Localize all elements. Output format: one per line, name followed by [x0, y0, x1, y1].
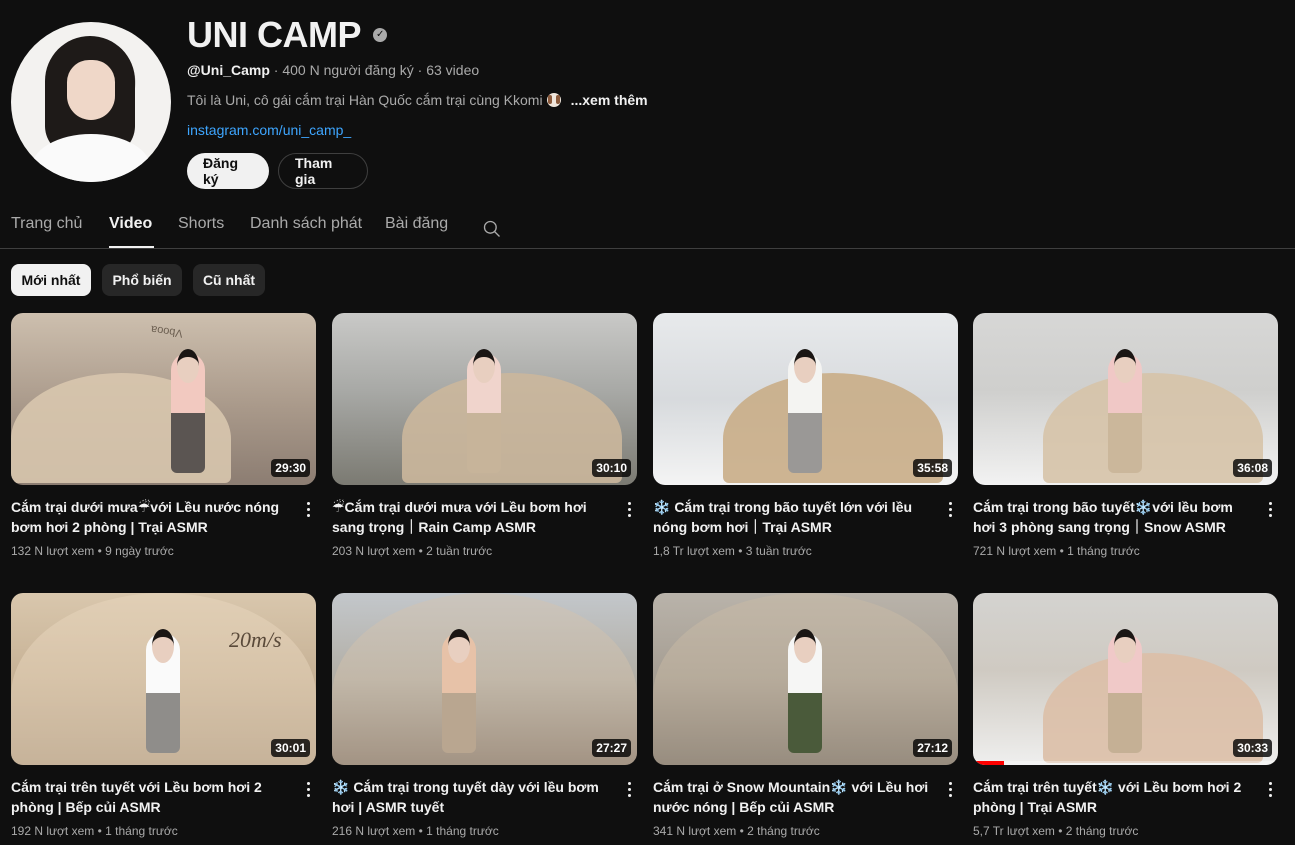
- more-vert-icon[interactable]: [942, 499, 958, 519]
- video-views: 192 N lượt xem: [11, 824, 95, 838]
- subscriber-count: 400 N người đăng ký: [282, 62, 414, 78]
- channel-title: UNI CAMP ✓: [187, 14, 387, 56]
- video-thumbnail[interactable]: 27:27: [332, 593, 637, 765]
- video-duration: 27:27: [592, 739, 631, 757]
- more-link[interactable]: ...xem thêm: [571, 92, 648, 108]
- active-tab-indicator: [109, 246, 154, 248]
- video-card[interactable]: 30:33 Cắm trại trên tuyết❄️ với Lều bơm h…: [973, 593, 1278, 838]
- tab-shorts[interactable]: Shorts: [178, 215, 224, 233]
- video-thumbnail[interactable]: 30:10: [332, 313, 637, 485]
- more-vert-icon[interactable]: [300, 779, 316, 799]
- video-thumbnail[interactable]: 27:12: [653, 593, 958, 765]
- more-vert-icon[interactable]: [300, 499, 316, 519]
- video-card[interactable]: 20m/s 30:01 Cắm trại trên tuyết với Lều bơ…: [11, 593, 316, 838]
- more-vert-icon[interactable]: [1262, 499, 1278, 519]
- video-views: 216 N lượt xem: [332, 824, 416, 838]
- video-title[interactable]: Cắm trại trên tuyết với Lều bơm hơi 2 ph…: [11, 777, 296, 817]
- verified-icon: ✓: [373, 28, 387, 42]
- video-thumbnail[interactable]: 35:58: [653, 313, 958, 485]
- channel-avatar[interactable]: [11, 22, 171, 182]
- more-vert-icon[interactable]: [1262, 779, 1278, 799]
- video-card[interactable]: Vbooa 29:30 Cắm trại dưới mưa☔với Lều nước…: [11, 313, 316, 558]
- video-meta: 1,8 Tr lượt xem • 3 tuần trước: [653, 544, 812, 558]
- video-age: 2 tháng trước: [1065, 824, 1139, 838]
- channel-header: UNI CAMP ✓ @Uni_Camp · 400 N người đăng …: [0, 0, 1295, 200]
- video-count: 63 video: [426, 62, 480, 78]
- video-meta: 5,7 Tr lượt xem • 2 tháng trước: [973, 824, 1139, 838]
- video-duration: 30:10: [592, 459, 631, 477]
- video-views: 721 N lượt xem: [973, 544, 1057, 558]
- video-meta: 721 N lượt xem • 1 tháng trước: [973, 544, 1140, 558]
- video-duration: 27:12: [913, 739, 952, 757]
- video-card[interactable]: 27:27 ❄️ Cắm trại trong tuyết dày với lều…: [332, 593, 637, 838]
- video-thumbnail[interactable]: 20m/s 30:01: [11, 593, 316, 765]
- video-views: 5,7 Tr lượt xem: [973, 824, 1055, 838]
- video-title[interactable]: ❄️ Cắm trại trong tuyết dày với lều bơm …: [332, 777, 617, 817]
- video-duration: 35:58: [913, 459, 952, 477]
- video-age: 2 tháng trước: [747, 824, 820, 838]
- dog-emoji-icon: [546, 93, 561, 107]
- video-card[interactable]: 35:58 ❄️ Cắm trại trong bão tuyết lớn với…: [653, 313, 958, 558]
- chip-oldest[interactable]: Cũ nhất: [193, 264, 265, 296]
- video-meta: 192 N lượt xem • 1 tháng trước: [11, 824, 178, 838]
- video-age: 3 tuần trước: [745, 544, 812, 558]
- video-views: 341 N lượt xem: [653, 824, 737, 838]
- video-title[interactable]: Cắm trại dưới mưa☔với Lều nước nóng bơm …: [11, 497, 296, 537]
- watch-progress-track: [973, 761, 1278, 765]
- video-thumbnail[interactable]: 36:08: [973, 313, 1278, 485]
- video-views: 132 N lượt xem: [11, 544, 95, 558]
- video-thumbnail[interactable]: Vbooa 29:30: [11, 313, 316, 485]
- search-icon[interactable]: [482, 219, 502, 239]
- video-duration: 30:01: [271, 739, 310, 757]
- video-duration: 29:30: [271, 459, 310, 477]
- channel-tabs: Trang chủ Video Shorts Danh sách phát Bà…: [0, 205, 1295, 249]
- video-age: 1 tháng trước: [1067, 544, 1140, 558]
- thumbnail-overlay-text: 20m/s: [229, 627, 282, 652]
- video-meta: 341 N lượt xem • 2 tháng trước: [653, 824, 820, 838]
- description-text: Tôi là Uni, cô gái cắm trại Hàn Quốc cắm…: [187, 92, 543, 108]
- video-meta: 203 N lượt xem • 2 tuần trước: [332, 544, 493, 558]
- video-age: 2 tuần trước: [426, 544, 493, 558]
- tab-home[interactable]: Trang chủ: [11, 215, 82, 233]
- video-card[interactable]: 36:08 Cắm trại trong bão tuyết❄️với lều b…: [973, 313, 1278, 558]
- watch-progress-bar: [973, 761, 1004, 765]
- video-card[interactable]: 27:12 Cắm trại ở Snow Mountain❄️ với Lều …: [653, 593, 958, 838]
- chip-newest[interactable]: Mới nhất: [11, 264, 91, 296]
- tab-posts[interactable]: Bài đăng: [385, 215, 448, 233]
- channel-description[interactable]: Tôi là Uni, cô gái cắm trại Hàn Quốc cắm…: [187, 92, 648, 108]
- video-thumbnail[interactable]: 30:33: [973, 593, 1278, 765]
- video-age: 9 ngày trước: [105, 544, 174, 558]
- subscribe-button[interactable]: Đăng ký: [187, 153, 269, 189]
- video-duration: 30:33: [1233, 739, 1272, 757]
- tab-videos[interactable]: Video: [109, 215, 152, 233]
- video-title[interactable]: Cắm trại ở Snow Mountain❄️ với Lều hơi n…: [653, 777, 938, 817]
- tab-playlists[interactable]: Danh sách phát: [250, 215, 362, 233]
- video-card[interactable]: 30:10 ☔Cắm trại dưới mưa với Lều bơm hơi …: [332, 313, 637, 558]
- video-age: 1 tháng trước: [105, 824, 178, 838]
- more-vert-icon[interactable]: [621, 779, 637, 799]
- video-views: 1,8 Tr lượt xem: [653, 544, 735, 558]
- channel-handle: @Uni_Camp: [187, 62, 270, 78]
- join-button[interactable]: Tham gia: [278, 153, 368, 189]
- channel-name: UNI CAMP: [187, 14, 362, 55]
- video-age: 1 tháng trước: [426, 824, 499, 838]
- channel-meta: @Uni_Camp · 400 N người đăng ký · 63 vid…: [187, 62, 480, 78]
- video-title[interactable]: ☔Cắm trại dưới mưa với Lều bơm hơi sang …: [332, 497, 617, 537]
- more-vert-icon[interactable]: [942, 779, 958, 799]
- video-title[interactable]: Cắm trại trên tuyết❄️ với Lều bơm hơi 2 …: [973, 777, 1258, 817]
- video-views: 203 N lượt xem: [332, 544, 416, 558]
- channel-link[interactable]: instagram.com/uni_camp_: [187, 122, 351, 138]
- video-meta: 216 N lượt xem • 1 tháng trước: [332, 824, 499, 838]
- video-meta: 132 N lượt xem • 9 ngày trước: [11, 544, 174, 558]
- video-title[interactable]: Cắm trại trong bão tuyết❄️với lều bơm hơ…: [973, 497, 1258, 537]
- more-vert-icon[interactable]: [621, 499, 637, 519]
- video-duration: 36:08: [1233, 459, 1272, 477]
- chip-popular[interactable]: Phổ biến: [102, 264, 182, 296]
- video-title[interactable]: ❄️ Cắm trại trong bão tuyết lớn với lều …: [653, 497, 938, 537]
